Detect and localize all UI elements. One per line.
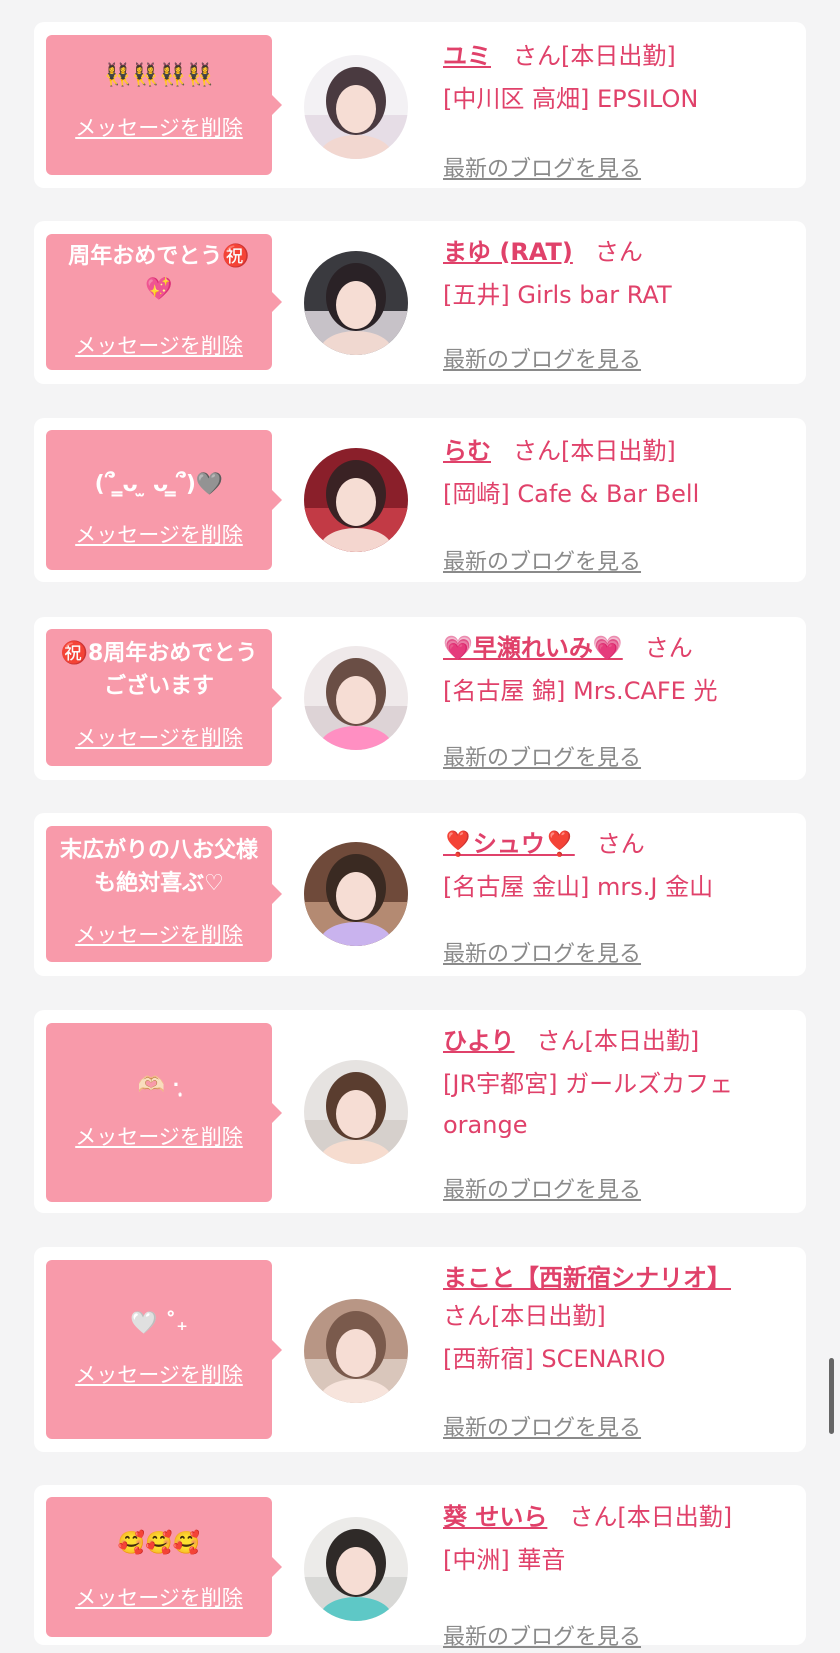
latest-blog-link[interactable]: 最新のブログを見る [443,1414,641,1444]
delete-message-link[interactable]: メッセージを削除 [46,115,272,141]
store-location: [岡崎] Cafe & Bar Bell [443,480,700,508]
cast-name-link[interactable]: まゆ (RAT) [443,238,573,266]
latest-blog-link[interactable]: 最新のブログを見る [443,1176,641,1206]
latest-blog-link[interactable]: 最新のブログを見る [443,548,641,578]
cast-name-line: らむ さん[本日出勤] [443,432,793,470]
cast-name-line: ユミ さん[本日出勤] [443,37,793,75]
message-bubble: 👯‍♀️👯‍♀️👯‍♀️👯‍♀️ メッセージを削除 [46,35,282,175]
cast-info: 💗早瀬れいみ💗 さん [名古屋 錦] Mrs.CAFE 光最新のブログを見る [443,629,793,780]
scrollbar[interactable] [829,1358,834,1434]
cast-name-link[interactable]: らむ [443,437,491,465]
message-card: 🫶🏻 ·̩͙ メッセージを削除 ひより さん[本日出勤] [JR宇都宮] ガールズカフェ… [34,1010,806,1213]
cast-info: ひより さん[本日出勤] [JR宇都宮] ガールズカフェ orange 最新のブログを… [443,1022,793,1213]
cast-name-line: ひより さん[本日出勤] [443,1022,793,1060]
message-bubble: ㊗️8周年おめでとうございますメッセージを削除 [46,629,282,766]
cast-info: ❣️シュウ❣️ さん [名古屋 金山] mrs.J 金山 最新のブログを見る [443,825,793,976]
avatar[interactable] [304,1299,408,1403]
store-location: [西新宿] SCENARIO [443,1345,666,1373]
store-location: [名古屋 錦] Mrs.CAFE 光 [443,677,718,705]
message-text: 🥰🥰🥰 [117,1531,201,1556]
cast-name-line: ❣️シュウ❣️ さん [443,825,793,863]
store-location: [中川区 高畑] EPSILON [443,85,699,113]
message-text: 🤍 ˚₊ [130,1311,188,1336]
cast-info: らむ さん[本日出勤] [岡崎] Cafe & Bar Bell 最新のブログを見る [443,432,793,582]
avatar[interactable] [304,842,408,946]
message-text: 🫶🏻 ·̩͙ [137,1073,181,1098]
message-card: 周年おめでとう㊗️ 💖 メッセージを削除 まゆ (RAT) さん [五井] Girls … [34,221,806,384]
cast-info: ユミ さん[本日出勤] [中川区 高畑] EPSILON 最新のブログを見る [443,37,793,188]
message-card: 👯‍♀️👯‍♀️👯‍♀️👯‍♀️ メッセージを削除 ユミ さん[本日出勤] [中川区 高… [34,22,806,188]
latest-blog-link[interactable]: 最新のブログを見る [443,155,641,185]
latest-blog-link[interactable]: 最新のブログを見る [443,940,641,970]
cast-name-link[interactable]: 葵 せいら [443,1503,547,1531]
delete-message-link[interactable]: メッセージを削除 [46,922,272,948]
honorific-label: さん [443,1302,491,1330]
message-text: 周年おめでとう㊗️ 💖 [68,244,250,302]
working-today-badge: [本日出勤] [561,437,676,465]
working-today-badge: [本日出勤] [617,1503,733,1531]
cast-name-line: 💗早瀬れいみ💗 さん [443,629,793,667]
message-bubble: 末広がりの八お父様も絶対喜ぶ♡ メッセージを削除 [46,826,282,962]
honorific-label: さん [594,238,643,266]
cast-name-link[interactable]: ひより [443,1027,515,1055]
delete-message-link[interactable]: メッセージを削除 [46,333,272,359]
message-bubble: 🥰🥰🥰 メッセージを削除 [46,1497,282,1637]
avatar[interactable] [304,251,408,355]
latest-blog-link[interactable]: 最新のブログを見る [443,1623,641,1653]
avatar[interactable] [304,448,408,552]
message-card: 🤍 ˚₊ メッセージを削除 まこと【西新宿シナリオ】 さん[本日出勤] [西新宿] SC… [34,1247,806,1452]
message-card: (՞ ̳ᴗ ̫ ᴗ ̳՞)🩶 メッセージを削除 らむ さん[本日出勤] [岡崎] Caf… [34,418,806,582]
message-text: 末広がりの八お父様も絶対喜ぶ♡ [59,838,258,896]
message-card: 末広がりの八お父様も絶対喜ぶ♡ メッセージを削除 ❣️シュウ❣️ さん [名古屋 金山]… [34,813,806,976]
message-text: 👯‍♀️👯‍♀️👯‍♀️👯‍♀️ [104,63,214,88]
cast-name-line: まゆ (RAT) さん [443,233,793,271]
store-location: [中洲] 華音 [443,1546,566,1574]
cast-info: 葵 せいら さん[本日出勤] [中洲] 華音最新のブログを見る [443,1498,793,1650]
delete-message-link[interactable]: メッセージを削除 [46,522,272,548]
delete-message-link[interactable]: メッセージを削除 [46,1362,272,1388]
delete-message-link[interactable]: メッセージを削除 [46,1585,272,1611]
store-location: [名古屋 金山] mrs.J 金山 [443,873,714,901]
message-card: 🥰🥰🥰 メッセージを削除 葵 せいら さん[本日出勤] [中洲] 華音最新のブログを見る [34,1485,806,1650]
cast-name-link[interactable]: まこと【西新宿シナリオ】 [443,1264,731,1292]
message-bubble: 周年おめでとう㊗️ 💖 メッセージを削除 [46,234,282,370]
message-text: ㊗️8周年おめでとうございます [60,641,258,699]
cast-name-link[interactable]: ユミ [443,42,491,70]
message-bubble: (՞ ̳ᴗ ̫ ᴗ ̳՞)🩶 メッセージを削除 [46,430,282,570]
honorific-label: さん [644,634,693,662]
cast-info: まこと【西新宿シナリオ】 さん[本日出勤] [西新宿] SCENARIO 最新のブログ… [443,1259,793,1452]
latest-blog-link[interactable]: 最新のブログを見る [443,744,641,774]
working-today-badge: [本日出勤] [561,42,676,70]
cast-name-line: まこと【西新宿シナリオ】 さん[本日出勤] [443,1259,793,1335]
honorific-label: さん [536,1027,585,1055]
avatar[interactable] [304,55,408,159]
avatar[interactable] [304,646,408,750]
working-today-badge: [本日出勤] [491,1302,606,1330]
delete-message-link[interactable]: メッセージを削除 [46,1124,272,1150]
store-location: [JR宇都宮] ガールズカフェ orange [443,1070,734,1139]
honorific-label: さん [596,830,645,858]
message-text: (՞ ̳ᴗ ̫ ᴗ ̳՞)🩶 [94,472,224,497]
cast-name-link[interactable]: ❣️シュウ❣️ [443,830,575,858]
delete-message-link[interactable]: メッセージを削除 [46,725,272,751]
message-card: ㊗️8周年おめでとうございますメッセージを削除 💗早瀬れいみ💗 さん [名古屋 錦] … [34,617,806,780]
message-bubble: 🤍 ˚₊ メッセージを削除 [46,1260,282,1439]
cast-info: まゆ (RAT) さん [五井] Girls bar RAT 最新のブログを見る [443,233,793,384]
honorific-label: さん [569,1503,618,1531]
latest-blog-link[interactable]: 最新のブログを見る [443,346,641,376]
avatar[interactable] [304,1517,408,1621]
message-bubble: 🫶🏻 ·̩͙ メッセージを削除 [46,1023,282,1202]
honorific-label: さん [513,437,561,465]
store-location: [五井] Girls bar RAT [443,281,672,309]
honorific-label: さん [513,42,561,70]
cast-name-line: 葵 せいら さん[本日出勤] [443,1498,793,1536]
working-today-badge: [本日出勤] [584,1027,700,1055]
cast-name-link[interactable]: 💗早瀬れいみ💗 [443,634,623,662]
avatar[interactable] [304,1060,408,1164]
